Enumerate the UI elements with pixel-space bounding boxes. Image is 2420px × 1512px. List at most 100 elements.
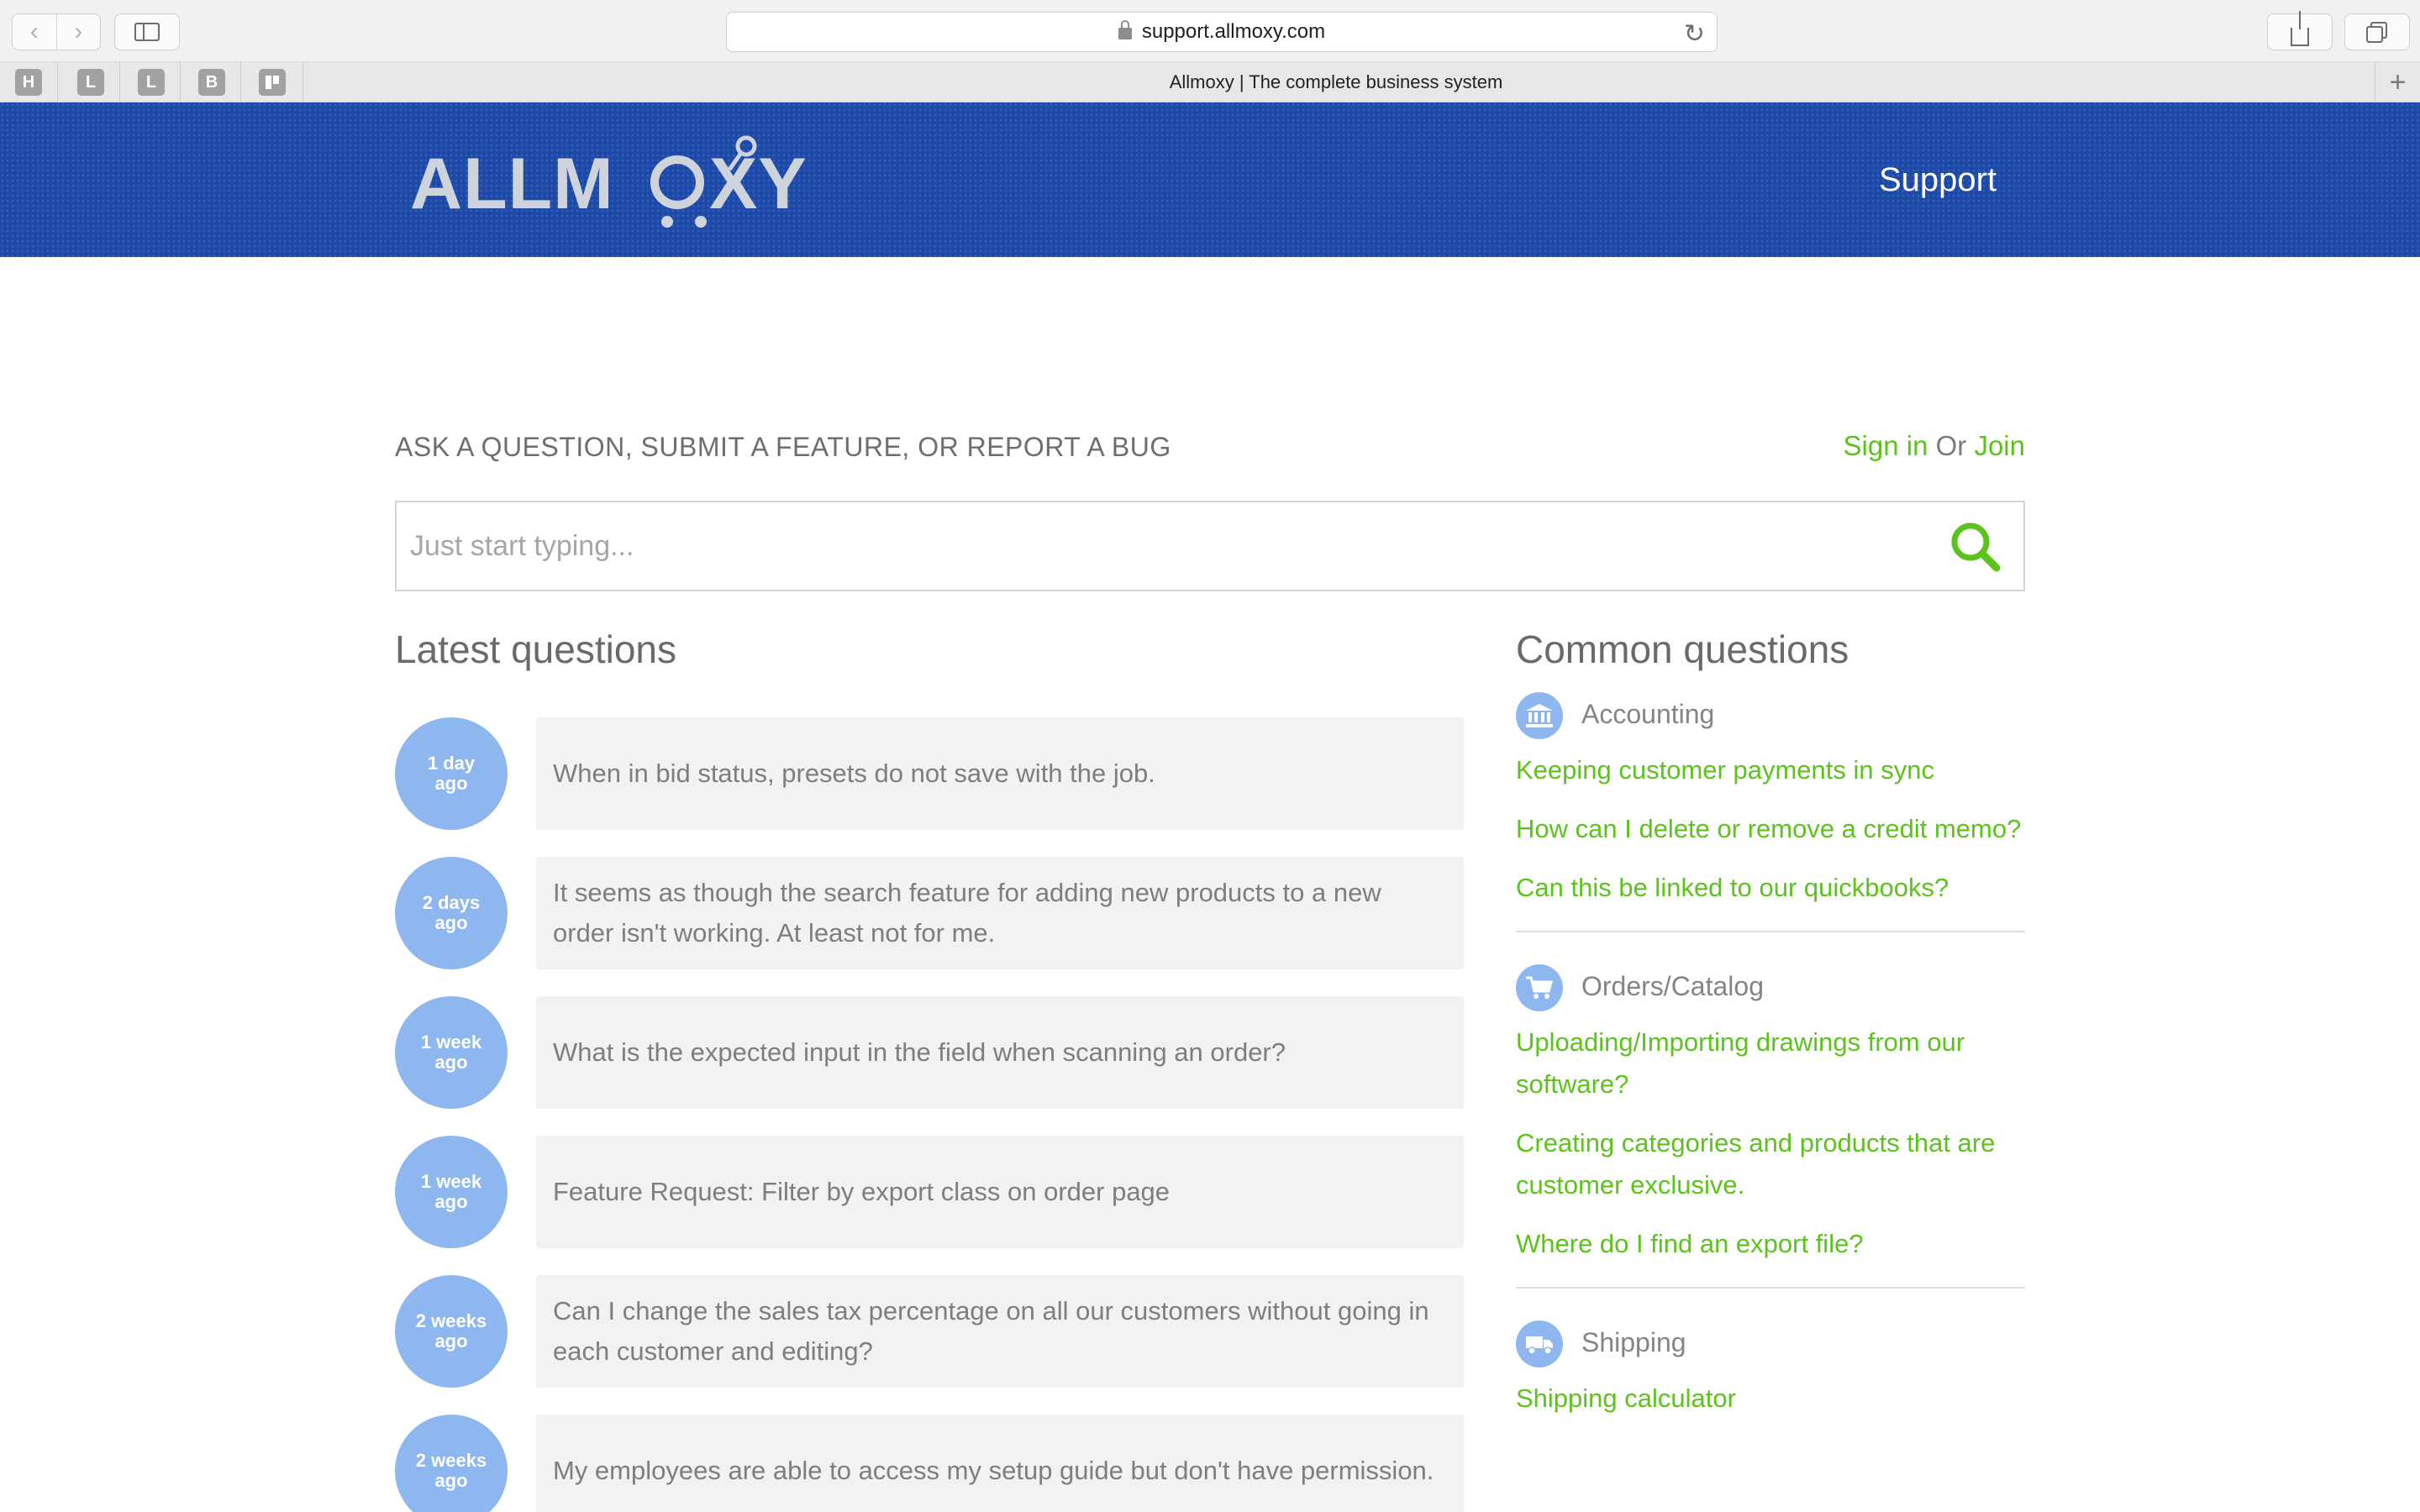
category-orders-catalog: Orders/Catalog: [1516, 964, 2025, 1011]
age-value: 2 weeks: [415, 1450, 487, 1471]
active-tab-title[interactable]: Allmoxy | The complete business system: [302, 62, 2370, 102]
chevron-right-icon: ›: [74, 18, 83, 45]
common-question-link[interactable]: Keeping customer payments in sync: [1516, 749, 2025, 791]
common-question-link[interactable]: Shipping calculator: [1516, 1378, 2025, 1420]
question-card[interactable]: What is the expected input in the field …: [536, 996, 1464, 1109]
age-suffix: ago: [434, 1052, 468, 1073]
plus-icon: +: [2389, 66, 2407, 98]
section-divider: [1516, 1287, 2025, 1289]
age-suffix: ago: [434, 773, 468, 794]
question-text: Can I change the sales tax percentage on…: [553, 1296, 1429, 1366]
browser-toolbar: ‹ › support.allmoxy.com ↻: [0, 0, 2420, 62]
question-card[interactable]: It seems as though the search feature fo…: [536, 857, 1464, 969]
age-badge: 2 weeks ago: [395, 1415, 508, 1512]
age-suffix: ago: [434, 912, 468, 933]
age-badge: 1 week ago: [395, 996, 508, 1109]
url-text: support.allmoxy.com: [1141, 20, 1326, 43]
new-tab-button[interactable]: +: [2375, 62, 2420, 102]
svg-text:ALLM: ALLM: [410, 144, 614, 224]
back-button[interactable]: ‹: [13, 14, 56, 50]
question-text: It seems as though the search feature fo…: [553, 878, 1381, 948]
section-divider: [1516, 931, 2025, 932]
category-label: Shipping: [1581, 1327, 1686, 1357]
search-icon[interactable]: [1949, 521, 2002, 573]
address-bar[interactable]: support.allmoxy.com ↻: [726, 12, 1718, 52]
sign-in-link[interactable]: Sign in: [1844, 430, 1928, 461]
question-row: 2 days ago It seems as though the search…: [395, 857, 1464, 969]
question-text: Feature Request: Filter by export class …: [553, 1177, 1171, 1206]
join-link[interactable]: Join: [1974, 430, 2025, 461]
age-value: 1 day: [427, 753, 476, 774]
share-button[interactable]: [2267, 11, 2333, 50]
support-link[interactable]: Support: [1879, 161, 1996, 199]
question-card[interactable]: Can I change the sales tax percentage on…: [536, 1275, 1464, 1388]
age-suffix: ago: [434, 1470, 468, 1491]
question-card[interactable]: When in bid status, presets do not save …: [536, 717, 1464, 830]
age-badge: 1 week ago: [395, 1136, 508, 1248]
bookmark-l-1[interactable]: L: [77, 69, 104, 96]
allmoxy-logo[interactable]: ALLM XY: [410, 134, 864, 239]
or-text: Or: [1935, 430, 1967, 461]
search-input[interactable]: [410, 521, 1906, 571]
category-accounting: Accounting: [1516, 692, 2025, 739]
lock-icon: [1118, 20, 1132, 39]
age-value: 1 week: [420, 1032, 482, 1053]
common-question-link[interactable]: Where do I find an export file?: [1516, 1223, 2025, 1265]
question-text: What is the expected input in the field …: [553, 1037, 1286, 1067]
question-text: When in bid status, presets do not save …: [553, 759, 1155, 788]
bookmark-separator: [119, 62, 120, 102]
age-badge: 2 days ago: [395, 857, 508, 969]
common-questions: Accounting Keeping customer payments in …: [1516, 692, 2025, 1436]
age-badge: 1 day ago: [395, 717, 508, 830]
age-value: 2 weeks: [415, 1310, 487, 1331]
common-question-link[interactable]: Creating categories and products that ar…: [1516, 1122, 2025, 1206]
cart-icon: [1516, 964, 1563, 1011]
bookmarks-bar: H L L B Allmoxy | The complete business …: [0, 62, 2420, 102]
question-row: 1 week ago What is the expected input in…: [395, 996, 1464, 1109]
common-question-link[interactable]: Uploading/Importing drawings from our so…: [1516, 1021, 2025, 1105]
age-value: 1 week: [420, 1171, 482, 1192]
category-label: Orders/Catalog: [1581, 971, 1764, 1001]
question-row: 2 weeks ago My employees are able to acc…: [395, 1415, 1464, 1512]
auth-links: Sign in Or Join: [1844, 430, 2025, 462]
bookmark-b[interactable]: B: [198, 69, 225, 96]
share-icon: [2291, 11, 2309, 46]
question-card[interactable]: Feature Request: Filter by export class …: [536, 1136, 1464, 1248]
ask-question-heading: ASK A QUESTION, SUBMIT A FEATURE, OR REP…: [395, 432, 1171, 462]
common-question-link[interactable]: How can I delete or remove a credit memo…: [1516, 808, 2025, 850]
question-row: 1 week ago Feature Request: Filter by ex…: [395, 1136, 1464, 1248]
history-nav: ‹ ›: [12, 13, 101, 50]
bookmark-l-2[interactable]: L: [138, 69, 165, 96]
age-value: 2 days: [422, 892, 481, 913]
category-label: Accounting: [1581, 699, 1715, 729]
common-questions-heading: Common questions: [1516, 627, 1849, 671]
allmoxy-logo-mark: ALLM XY: [410, 135, 808, 228]
bookmark-separator: [240, 62, 241, 102]
svg-text:XY: XY: [709, 144, 808, 224]
forward-button[interactable]: ›: [55, 14, 101, 50]
bookmark-board-icon[interactable]: [259, 69, 286, 96]
sidebar-icon: [134, 23, 160, 41]
reload-icon[interactable]: ↻: [1684, 19, 1705, 49]
tabs-icon: [2366, 26, 2383, 43]
sidebar-toggle-button[interactable]: [114, 13, 180, 50]
question-row: 2 weeks ago Can I change the sales tax p…: [395, 1275, 1464, 1388]
truck-icon: [1516, 1320, 1563, 1368]
bookmark-h[interactable]: H: [15, 69, 42, 96]
age-badge: 2 weeks ago: [395, 1275, 508, 1388]
bookmark-separator: [180, 62, 181, 102]
site-header: ALLM XY Support: [0, 102, 2420, 257]
question-row: 1 day ago When in bid status, presets do…: [395, 717, 1464, 830]
age-suffix: ago: [434, 1191, 468, 1212]
bank-icon: [1516, 692, 1563, 739]
latest-questions-heading: Latest questions: [395, 627, 677, 671]
bookmark-separator: [57, 62, 58, 102]
chevron-left-icon: ‹: [29, 18, 39, 45]
category-shipping: Shipping: [1516, 1320, 2025, 1368]
age-suffix: ago: [434, 1331, 468, 1352]
latest-questions-list: 1 day ago When in bid status, presets do…: [395, 717, 1464, 1512]
question-card[interactable]: My employees are able to access my setup…: [536, 1415, 1464, 1512]
common-question-link[interactable]: Can this be linked to our quickbooks?: [1516, 867, 2025, 909]
question-text: My employees are able to access my setup…: [553, 1456, 1434, 1485]
show-tabs-button[interactable]: [2344, 13, 2410, 50]
